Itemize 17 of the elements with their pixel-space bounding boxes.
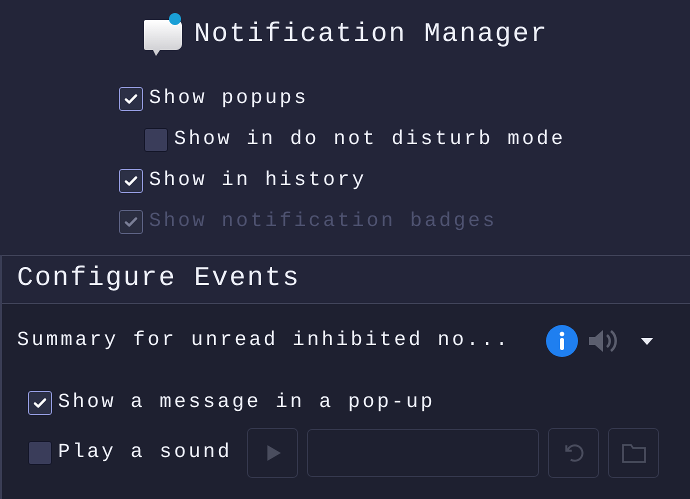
window-title: Notification Manager xyxy=(194,18,548,52)
option-label: Show in do not disturb mode xyxy=(174,126,566,152)
folder-icon xyxy=(622,443,646,463)
option-label: Show in history xyxy=(149,168,367,194)
undo-icon xyxy=(562,442,585,464)
event-dropdown[interactable]: Summary for unread inhibited no... xyxy=(17,326,510,356)
section-title: Configure Events xyxy=(17,263,300,296)
option-label: Show popups xyxy=(149,86,309,112)
option-label: Play a sound xyxy=(58,440,232,466)
caret-icon[interactable] xyxy=(640,336,654,346)
checkbox[interactable] xyxy=(28,441,52,465)
checkbox[interactable] xyxy=(119,168,143,192)
checkbox[interactable] xyxy=(119,86,143,110)
checkbox[interactable] xyxy=(28,391,52,415)
checkbox[interactable] xyxy=(144,128,168,152)
option-label: Show a message in a pop-up xyxy=(58,390,436,416)
info-icon xyxy=(546,325,578,357)
